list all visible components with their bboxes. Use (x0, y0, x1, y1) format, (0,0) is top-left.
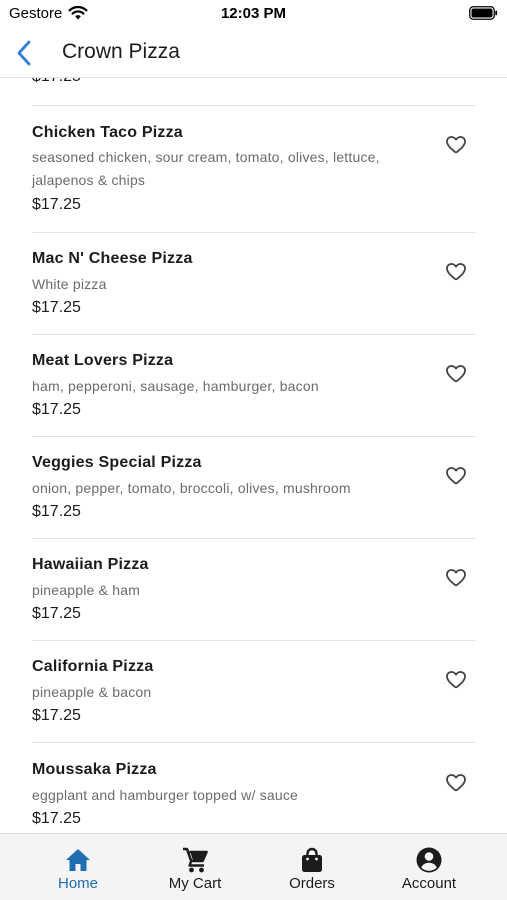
status-time: 12:03 PM (220, 5, 287, 22)
item-name: Meat Lovers Pizza (32, 352, 174, 369)
menu-list[interactable]: $17.25 Chicken Taco Pizza seasoned chick… (0, 78, 507, 833)
heart-outline-icon (446, 774, 466, 792)
menu-item-california-pizza[interactable]: California Pizza pineapple & bacon $17.2… (0, 641, 507, 742)
item-price: $17.25 (32, 503, 81, 520)
favorite-button[interactable] (444, 667, 468, 691)
cart-icon (183, 847, 208, 873)
heart-outline-icon (446, 671, 466, 689)
item-name: Hawaiian Pizza (32, 556, 149, 573)
tab-bar: Home My Cart Orders Account (0, 833, 507, 900)
menu-item-hawaiian-pizza[interactable]: Hawaiian Pizza pineapple & ham $17.25 (0, 539, 507, 640)
item-description: White pizza (32, 276, 107, 292)
item-description: seasoned chicken, sour cream, tomato, ol… (32, 149, 380, 188)
item-name: Moussaka Pizza (32, 761, 157, 778)
heart-outline-icon (446, 136, 466, 154)
menu-item-meat-lovers-pizza[interactable]: Meat Lovers Pizza ham, pepperoni, sausag… (0, 335, 507, 436)
item-price: $17.25 (32, 196, 81, 213)
heart-outline-icon (446, 569, 466, 587)
back-button[interactable] (10, 38, 40, 68)
heart-outline-icon (446, 467, 466, 485)
tab-orders[interactable]: Orders (249, 834, 375, 900)
tab-my-cart[interactable]: My Cart (132, 834, 258, 900)
item-price: $17.25 (32, 401, 81, 418)
favorite-button[interactable] (444, 259, 468, 283)
tab-label: Orders (289, 875, 335, 892)
tab-label: Home (57, 875, 98, 892)
battery-icon (469, 6, 498, 20)
item-name: California Pizza (32, 658, 154, 675)
favorite-button[interactable] (444, 361, 468, 385)
tab-home[interactable]: Home (15, 834, 141, 900)
menu-item-mac-n-cheese-pizza[interactable]: Mac N' Cheese Pizza White pizza $17.25 (0, 233, 507, 334)
favorite-button[interactable] (444, 132, 468, 156)
tab-label: Account (401, 875, 457, 892)
shopping-bag-icon (302, 847, 322, 872)
navigation-bar: Crown Pizza (0, 28, 507, 78)
item-name: Mac N' Cheese Pizza (32, 250, 193, 267)
account-circle-icon (416, 847, 442, 873)
tab-label: My Cart (168, 875, 222, 892)
item-description: pineapple & bacon (32, 684, 152, 700)
favorite-button[interactable] (444, 463, 468, 487)
item-price: $17.25 (32, 707, 81, 724)
item-description: onion, pepper, tomato, broccoli, olives,… (32, 480, 351, 496)
screen: Gestore 12:03 PM Crown Pizza $17.25 Chic… (0, 0, 507, 900)
heart-outline-icon (446, 263, 466, 281)
home-icon (66, 849, 90, 871)
status-bar: Gestore 12:03 PM (0, 0, 507, 28)
menu-item-veggies-special-pizza[interactable]: Veggies Special Pizza onion, pepper, tom… (0, 437, 507, 538)
menu-item-moussaka-pizza[interactable]: Moussaka Pizza eggplant and hamburger to… (0, 743, 507, 833)
heart-outline-icon (446, 365, 466, 383)
chevron-left-icon (17, 40, 31, 66)
favorite-button[interactable] (444, 770, 468, 794)
page-title: Crown Pizza (62, 40, 180, 63)
item-description: pineapple & ham (32, 582, 141, 598)
item-price: $17.25 (32, 605, 81, 622)
item-description: ham, pepperoni, sausage, hamburger, baco… (32, 378, 319, 394)
menu-item-chicken-taco-pizza[interactable]: Chicken Taco Pizza seasoned chicken, sou… (0, 106, 507, 232)
tab-account[interactable]: Account (366, 834, 492, 900)
item-price: $17.25 (32, 299, 81, 316)
item-price: $17.25 (32, 810, 81, 827)
favorite-button[interactable] (444, 565, 468, 589)
item-name: Chicken Taco Pizza (32, 124, 183, 141)
partial-item-price: $17.25 (32, 78, 81, 86)
item-description: eggplant and hamburger topped w/ sauce (32, 787, 299, 803)
item-name: Veggies Special Pizza (32, 454, 202, 471)
